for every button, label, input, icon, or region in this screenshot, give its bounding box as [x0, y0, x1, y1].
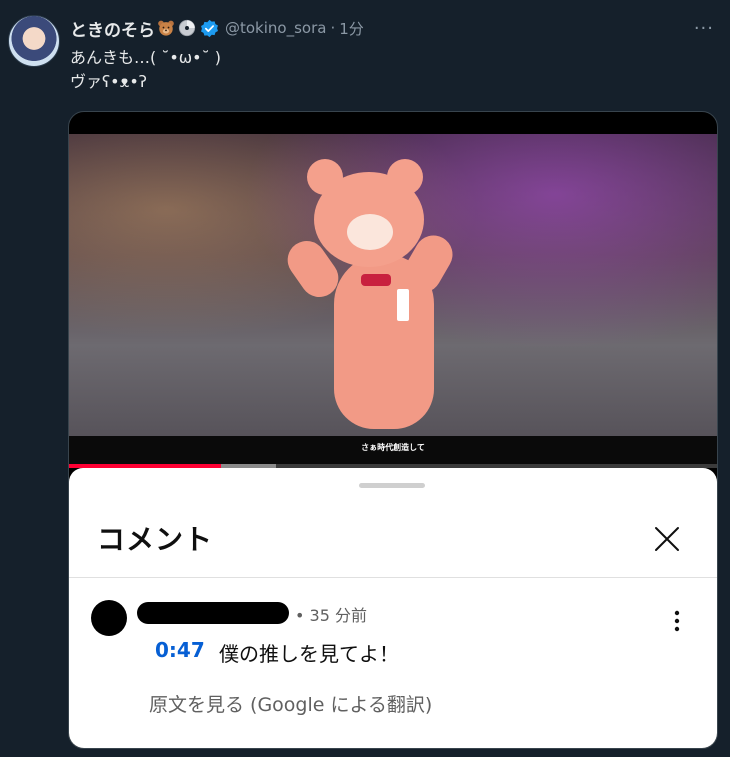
timestamp[interactable]: 1分	[339, 18, 364, 39]
tweet-header: ときのそら @tokino_sora · 1分	[70, 14, 364, 42]
comment-meta: • 35 分前	[295, 606, 367, 625]
verified-badge-icon[interactable]	[200, 19, 219, 38]
comments-sheet: コメント • 35 分前 0:47 僕の推しを見てよ！ 原文を見る (Googl…	[69, 468, 717, 748]
comments-title: コメント	[97, 523, 214, 556]
comment-text: 僕の推しを見てよ！	[219, 642, 399, 666]
sheet-drag-handle[interactable]	[359, 483, 425, 488]
tweet-text-line-1: あんきも…( ˘•ω•˘ )	[70, 48, 221, 67]
close-icon[interactable]	[653, 525, 681, 553]
tweet-text: あんきも…( ˘•ω•˘ ) ヴァʕ•ᴥ•ʔ	[70, 46, 221, 94]
sheet-divider	[69, 577, 717, 578]
commenter-avatar[interactable]	[91, 600, 127, 636]
mascot-name-tag	[397, 289, 409, 321]
separator: ·	[330, 19, 336, 37]
avatar[interactable]	[8, 15, 60, 67]
comment-more-icon[interactable]	[667, 608, 687, 634]
comment-timestamp-link[interactable]: 0:47	[155, 638, 205, 662]
display-name[interactable]: ときのそら	[70, 16, 155, 41]
handle[interactable]: @tokino_sora	[225, 19, 326, 37]
mascot-bowtie	[361, 274, 391, 286]
more-options-icon[interactable]: ···	[694, 18, 714, 39]
bear-emoji-icon	[158, 20, 174, 36]
disc-emoji-icon	[178, 19, 196, 37]
video-subtitle: さぁ時代創造して	[361, 443, 425, 452]
see-original-link[interactable]: 原文を見る (Google による翻訳)	[149, 690, 432, 717]
commenter-name-redacted	[137, 602, 289, 624]
media-card[interactable]: さぁ時代創造して コメント • 35 分前 0:47 僕の推しを見てよ！ 原文を…	[68, 111, 718, 749]
video-frame[interactable]	[69, 134, 717, 436]
mascot-muzzle	[347, 214, 393, 250]
tweet-text-line-2: ヴァʕ•ᴥ•ʔ	[70, 72, 147, 91]
